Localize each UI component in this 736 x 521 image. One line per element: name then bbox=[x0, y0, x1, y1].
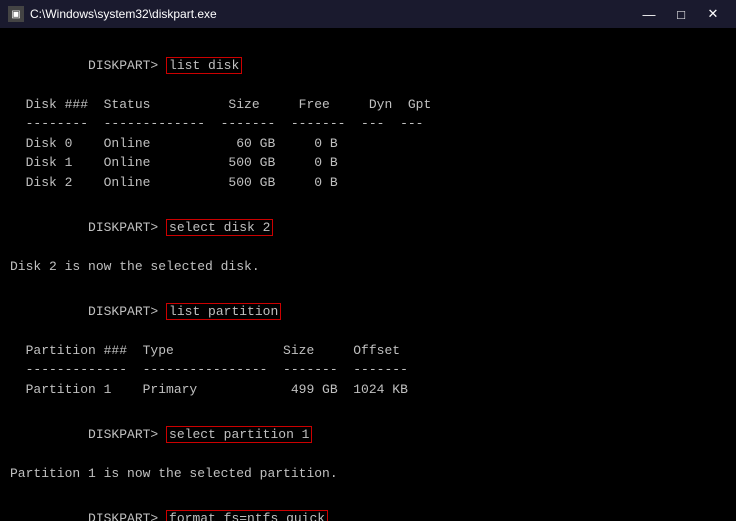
cmd5-space bbox=[158, 511, 166, 521]
command-1: list disk bbox=[166, 57, 242, 74]
terminal-content: DISKPART> list disk Disk ### Status Size… bbox=[0, 28, 736, 521]
cmd1-space bbox=[158, 58, 166, 73]
part-header: Partition ### Type Size Offset bbox=[10, 341, 726, 361]
title-bar-controls: — □ ✕ bbox=[634, 4, 728, 24]
maximize-button[interactable]: □ bbox=[666, 4, 696, 24]
minimize-button[interactable]: — bbox=[634, 4, 664, 24]
prompt-1: DISKPART> bbox=[88, 58, 158, 73]
terminal-scroll[interactable]: DISKPART> list disk Disk ### Status Size… bbox=[0, 28, 736, 521]
disk2-row: Disk 2 Online 500 GB 0 B bbox=[10, 173, 726, 193]
command-4: select partition 1 bbox=[166, 426, 312, 443]
select-part-msg: Partition 1 is now the selected partitio… bbox=[10, 464, 726, 484]
title-bar: ▣ C:\Windows\system32\diskpart.exe — □ ✕ bbox=[0, 0, 736, 28]
table-sep: -------- ------------- ------- ------- -… bbox=[10, 114, 726, 134]
title-bar-left: ▣ C:\Windows\system32\diskpart.exe bbox=[8, 6, 217, 22]
prompt-4: DISKPART> bbox=[88, 427, 158, 442]
application-window: ▣ C:\Windows\system32\diskpart.exe — □ ✕… bbox=[0, 0, 736, 521]
command-3: list partition bbox=[166, 303, 281, 320]
command-5: format fs=ntfs quick bbox=[166, 510, 328, 521]
table-header: Disk ### Status Size Free Dyn Gpt bbox=[10, 95, 726, 115]
prompt-3: DISKPART> bbox=[88, 304, 158, 319]
prompt-2: DISKPART> bbox=[88, 220, 158, 235]
part-sep: ------------- ---------------- ------- -… bbox=[10, 360, 726, 380]
window-title: C:\Windows\system32\diskpart.exe bbox=[30, 7, 217, 21]
close-button[interactable]: ✕ bbox=[698, 4, 728, 24]
cmd3-space bbox=[158, 304, 166, 319]
disk0-row: Disk 0 Online 60 GB 0 B bbox=[10, 134, 726, 154]
select-disk-msg: Disk 2 is now the selected disk. bbox=[10, 257, 726, 277]
cmd2-space bbox=[158, 220, 166, 235]
part1-row: Partition 1 Primary 499 GB 1024 KB bbox=[10, 380, 726, 400]
line-cmd2: DISKPART> select disk 2 bbox=[10, 198, 726, 257]
terminal-container: DISKPART> list disk Disk ### Status Size… bbox=[0, 28, 736, 521]
line-cmd4: DISKPART> select partition 1 bbox=[10, 405, 726, 464]
line-cmd1: DISKPART> list disk bbox=[10, 36, 726, 95]
disk1-row: Disk 1 Online 500 GB 0 B bbox=[10, 153, 726, 173]
prompt-5: DISKPART> bbox=[88, 511, 158, 521]
line-cmd3: DISKPART> list partition bbox=[10, 282, 726, 341]
line-cmd5: DISKPART> format fs=ntfs quick bbox=[10, 489, 726, 521]
app-icon: ▣ bbox=[8, 6, 24, 22]
cmd4-space bbox=[158, 427, 166, 442]
command-2: select disk 2 bbox=[166, 219, 273, 236]
